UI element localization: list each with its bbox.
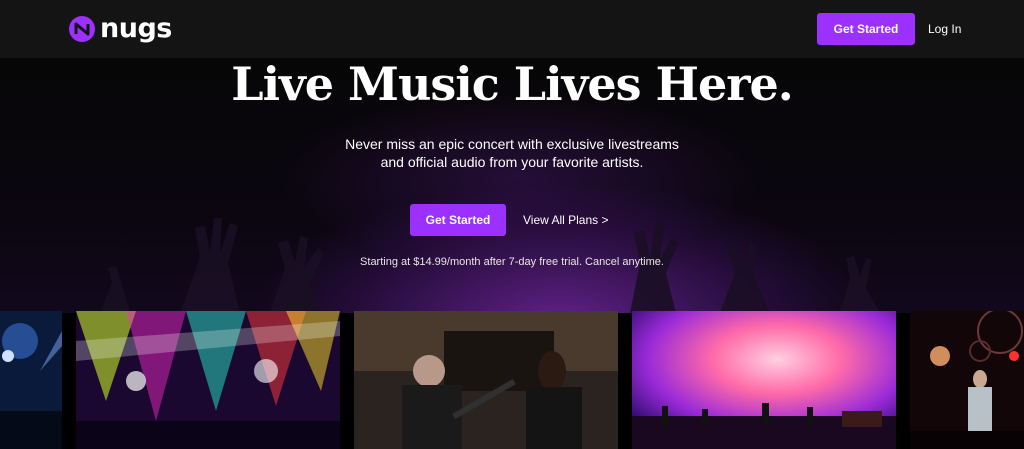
hero-subtitle: Never miss an epic concert with exclusiv… — [312, 135, 712, 171]
concert-photo-3[interactable] — [354, 311, 618, 449]
hero-subtitle-line-2: and official audio from your favorite ar… — [380, 154, 644, 170]
view-all-plans-link[interactable]: View All Plans > — [523, 213, 609, 227]
hero-headline: Live Music Lives Here. — [231, 57, 794, 111]
concert-photo-4[interactable] — [632, 311, 896, 449]
nugs-logo-icon — [69, 16, 95, 42]
concert-photo-1-image — [0, 311, 62, 449]
hero-get-started-button[interactable]: Get Started — [410, 204, 506, 236]
logo-text: nugs — [100, 13, 172, 44]
concert-photo-4-image — [632, 311, 896, 449]
concert-photo-1[interactable] — [0, 311, 62, 449]
nav-get-started-button[interactable]: Get Started — [817, 13, 915, 45]
concert-photo-5[interactable] — [910, 311, 1024, 449]
hero-subtitle-line-1: Never miss an epic concert with exclusiv… — [345, 136, 679, 152]
top-nav: nugs Get Started Log In — [0, 0, 1024, 58]
login-link[interactable]: Log In — [928, 22, 961, 36]
logo[interactable]: nugs — [68, 15, 172, 43]
concert-photo-5-image — [910, 311, 1024, 449]
concert-photo-2-image — [76, 311, 340, 449]
pricing-note: Starting at $14.99/month after 7-day fre… — [360, 256, 664, 268]
concert-photo-2[interactable] — [76, 311, 340, 449]
concert-photo-3-image — [354, 311, 618, 449]
